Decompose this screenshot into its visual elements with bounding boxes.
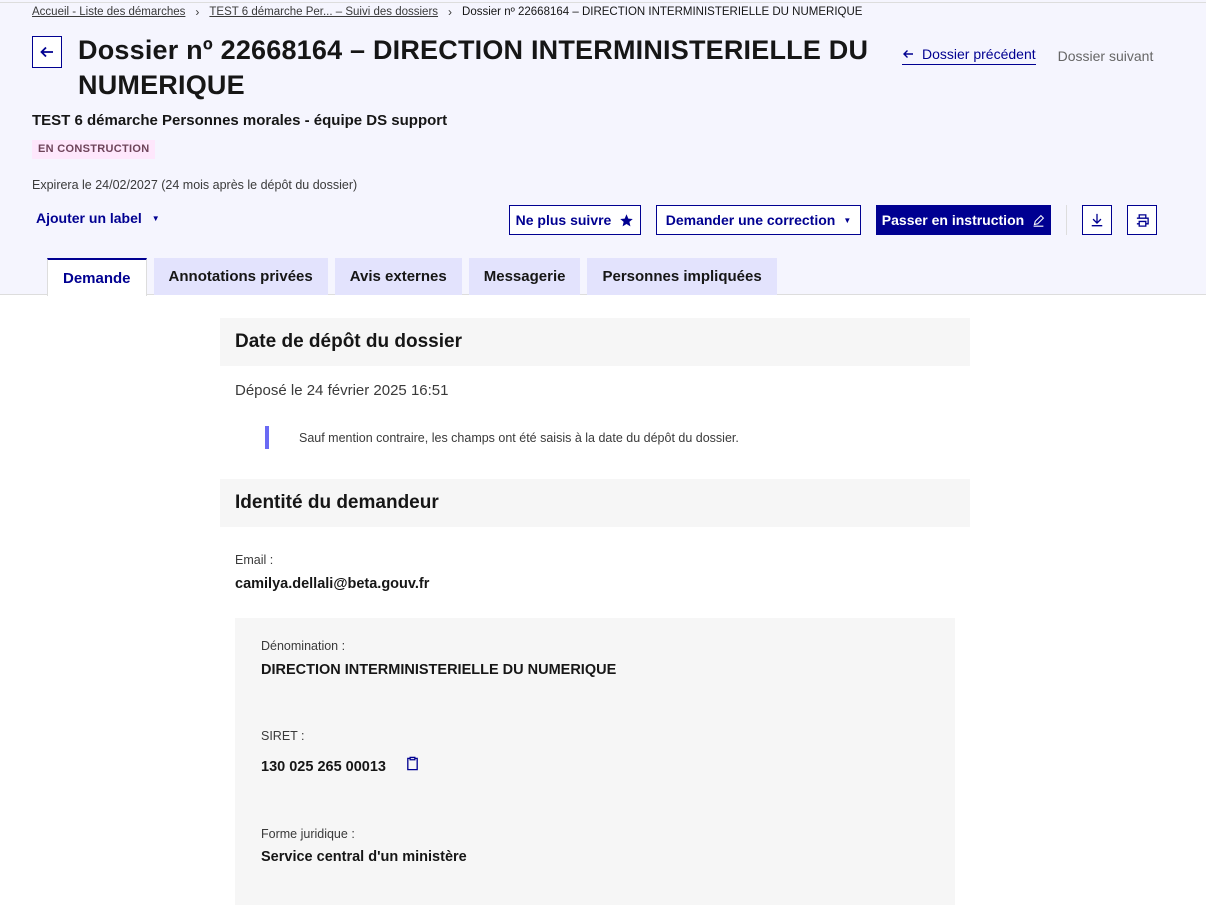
clipboard-icon — [407, 756, 418, 771]
add-label-text: Ajouter un label — [36, 210, 142, 226]
back-button[interactable] — [32, 36, 62, 68]
request-correction-button[interactable]: Demander une correction ▼ — [656, 205, 861, 235]
copy-siret-button[interactable] — [405, 756, 420, 776]
procedure-name: TEST 6 démarche Personnes morales - équi… — [32, 112, 448, 129]
pencil-icon — [1033, 214, 1045, 227]
dossier-header: Accueil - Liste des démarches › TEST 6 d… — [0, 0, 1206, 296]
notice-callout: Sauf mention contraire, les champs ont é… — [265, 426, 739, 449]
expiry-text: Expirera le 24/02/2027 (24 mois après le… — [32, 178, 358, 192]
tab-annotations-privees[interactable]: Annotations privées — [153, 258, 328, 295]
breadcrumb-current: Dossier nº 22668164 – DIRECTION INTERMIN… — [462, 6, 863, 18]
forme-juridique-value: Service central d'un ministère — [261, 849, 467, 865]
dossier-tabs: Demande Annotations privées Avis externe… — [47, 258, 777, 296]
denomination-label: Dénomination : — [261, 639, 346, 653]
status-badge: EN CONSTRUCTION — [32, 140, 156, 159]
next-dossier-link[interactable]: Dossier suivant — [1058, 48, 1154, 64]
dossier-navigation: Dossier précédent Dossier suivant — [902, 46, 1153, 65]
page-title: Dossier nº 22668164 – DIRECTION INTERMIN… — [78, 35, 869, 100]
start-instruction-button[interactable]: Passer en instruction — [876, 205, 1051, 235]
printer-icon — [1136, 213, 1149, 227]
tab-avis-externes[interactable]: Avis externes — [334, 258, 462, 295]
download-icon — [1091, 213, 1103, 227]
unfollow-button[interactable]: Ne plus suivre — [509, 205, 641, 235]
denomination-value: DIRECTION INTERMINISTERIELLE DU NUMERIQU… — [261, 662, 617, 678]
breadcrumb: Accueil - Liste des démarches › TEST 6 d… — [32, 5, 862, 19]
unfollow-label: Ne plus suivre — [515, 212, 612, 228]
deposit-section-heading: Date de dépôt du dossier — [220, 318, 970, 366]
top-divider — [0, 2, 1206, 3]
toolbar-divider — [1066, 205, 1067, 235]
chevron-right-icon: › — [448, 5, 453, 19]
previous-dossier-label: Dossier précédent — [922, 46, 1036, 62]
tab-messagerie[interactable]: Messagerie — [468, 258, 581, 295]
star-icon — [620, 213, 634, 226]
request-correction-label: Demander une correction — [665, 212, 836, 228]
add-label-dropdown[interactable]: Ajouter un label ▼ — [36, 210, 160, 226]
deposit-date: Déposé le 24 février 2025 16:51 — [235, 382, 449, 399]
email-label: Email : — [235, 553, 274, 567]
breadcrumb-link-home[interactable]: Accueil - Liste des démarches — [32, 6, 185, 18]
identity-section-heading: Identité du demandeur — [220, 479, 970, 527]
print-button[interactable] — [1127, 205, 1157, 235]
email-value: camilya.dellali@beta.gouv.fr — [235, 576, 430, 592]
caret-down-icon: ▼ — [151, 213, 160, 223]
download-button[interactable] — [1082, 205, 1112, 235]
arrow-left-icon — [40, 46, 53, 58]
siret-label: SIRET : — [261, 729, 305, 743]
siret-value: 130 025 265 00013 — [261, 759, 386, 775]
previous-dossier-link[interactable]: Dossier précédent — [902, 46, 1036, 65]
start-instruction-label: Passer en instruction — [881, 212, 1025, 228]
tab-personnes-impliquees[interactable]: Personnes impliquées — [587, 258, 777, 295]
forme-juridique-label: Forme juridique : — [261, 827, 355, 841]
tab-demande[interactable]: Demande — [47, 258, 147, 296]
arrow-left-icon — [903, 50, 913, 58]
chevron-right-icon: › — [195, 5, 200, 19]
caret-down-icon: ▼ — [843, 215, 852, 225]
breadcrumb-link-procedure[interactable]: TEST 6 démarche Per... – Suivi des dossi… — [209, 6, 438, 18]
